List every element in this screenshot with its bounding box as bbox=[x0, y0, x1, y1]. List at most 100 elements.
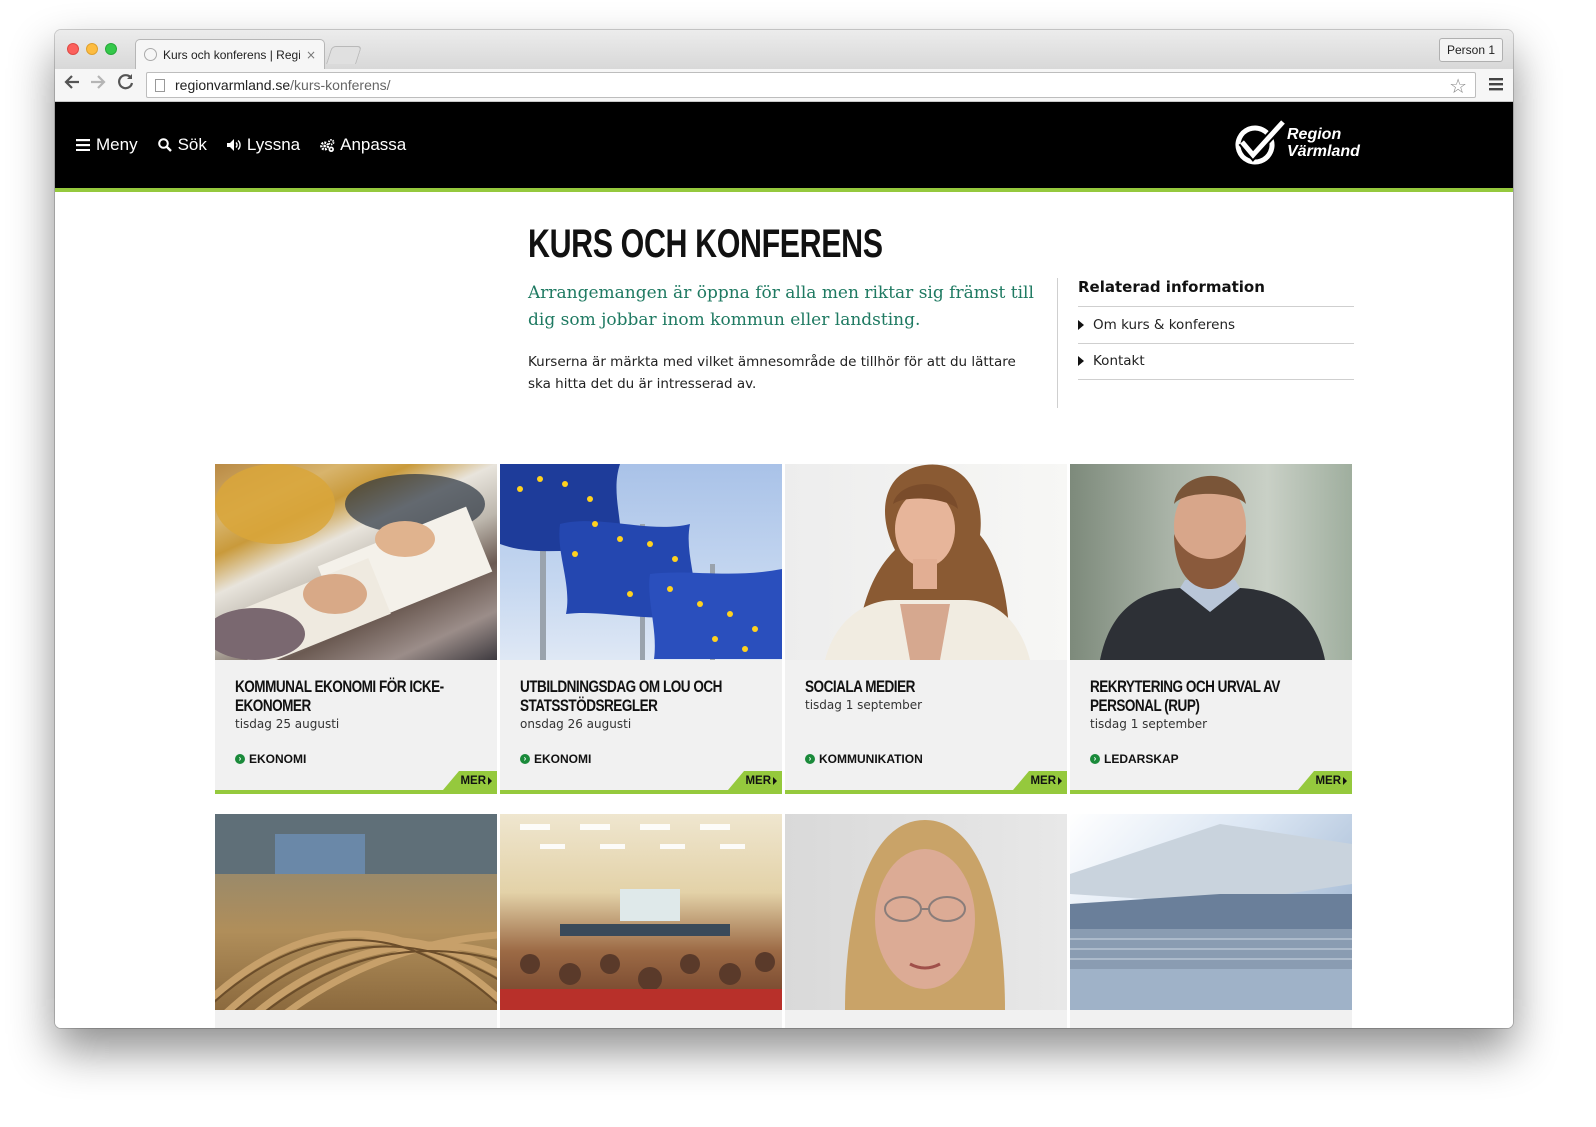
card-category[interactable]: › LEDARSKAP bbox=[1090, 752, 1179, 766]
browser-tab[interactable]: Kurs och konferens | Regio × bbox=[135, 39, 325, 69]
checkmark-logo-icon bbox=[1235, 118, 1285, 165]
address-bar[interactable]: regionvarmland.se/kurs-konferens/ ☆ bbox=[146, 72, 1476, 98]
tab-title: Kurs och konferens | Regio bbox=[163, 47, 300, 62]
card-date: tisdag 1 september bbox=[1090, 717, 1208, 731]
card-title: SOCIALA MEDIER bbox=[805, 678, 915, 696]
card-title: UTBILDNINGSDAG OM LOU OCH STATSSTÖDSREGL… bbox=[520, 678, 722, 715]
photo-parliament-hall bbox=[215, 814, 497, 1010]
intro-text: Kurserna är märkta med vilket ämnesområd… bbox=[528, 354, 1016, 392]
lead-text: Arrangemangen är öppna för alla men rikt… bbox=[528, 283, 1034, 330]
caret-right-icon bbox=[1343, 776, 1347, 785]
card-category[interactable]: › EKONOMI bbox=[520, 752, 591, 766]
related-link-om-kurs[interactable]: Om kurs & konferens bbox=[1078, 307, 1354, 344]
card-body: SOCIALA MEDIER tisdag 1 september › KOMM… bbox=[785, 660, 1067, 790]
nav-listen[interactable]: Lyssna bbox=[226, 135, 300, 155]
card-category-label: EKONOMI bbox=[249, 752, 307, 766]
photo-conference-audience bbox=[500, 814, 782, 1010]
course-card[interactable] bbox=[500, 814, 782, 1028]
course-card[interactable] bbox=[1070, 814, 1352, 1028]
card-category-label: KOMMUNIKATION bbox=[819, 752, 923, 766]
course-card[interactable] bbox=[215, 814, 497, 1028]
card-date: onsdag 26 augusti bbox=[520, 717, 632, 731]
card-category[interactable]: › KOMMUNIKATION bbox=[805, 752, 923, 766]
more-button[interactable]: MER bbox=[1013, 771, 1067, 790]
course-card[interactable]: SOCIALA MEDIER tisdag 1 september › KOMM… bbox=[785, 464, 1067, 794]
course-card[interactable]: REKRYTERING OCH URVAL AV PERSONAL (RUP) … bbox=[1070, 464, 1352, 794]
page-viewport: Meny Sök Lyssna Anpassa Region Värmland … bbox=[55, 102, 1513, 1028]
nav-customize-label: Anpassa bbox=[340, 135, 407, 154]
card-body bbox=[785, 1010, 1067, 1028]
related-heading: Relaterad information bbox=[1078, 278, 1354, 307]
course-card[interactable]: KOMMUNAL EKONOMI FÖR ICKE-EKONOMER tisda… bbox=[215, 464, 497, 794]
nav-customize[interactable]: Anpassa bbox=[319, 135, 406, 155]
nav-menu-label: Meny bbox=[96, 135, 138, 154]
speaker-icon bbox=[226, 138, 242, 152]
site-header: Meny Sök Lyssna Anpassa Region Värmland bbox=[55, 102, 1513, 192]
nav-search-label: Sök bbox=[177, 135, 207, 154]
card-date: tisdag 25 augusti bbox=[235, 717, 340, 731]
circle-arrow-icon: › bbox=[520, 754, 530, 764]
nav-listen-label: Lyssna bbox=[246, 135, 301, 154]
divider bbox=[1057, 278, 1058, 408]
photo-man-portrait bbox=[1070, 464, 1352, 660]
card-date: tisdag 1 september bbox=[805, 698, 923, 712]
nav-search[interactable]: Sök bbox=[157, 135, 207, 155]
circle-arrow-icon: › bbox=[235, 754, 245, 764]
zoom-window-button[interactable] bbox=[105, 43, 117, 55]
search-icon bbox=[157, 138, 173, 152]
arrow-right-icon[interactable] bbox=[87, 73, 109, 97]
card-body: KOMMUNAL EKONOMI FÖR ICKE-EKONOMER tisda… bbox=[215, 660, 497, 790]
related-link-label: Om kurs & konferens bbox=[1093, 316, 1236, 333]
caret-right-icon bbox=[1058, 776, 1062, 785]
card-body: REKRYTERING OCH URVAL AV PERSONAL (RUP) … bbox=[1070, 660, 1352, 790]
hamburger-menu-icon[interactable] bbox=[1489, 75, 1503, 96]
caret-right-icon bbox=[1078, 319, 1084, 330]
reload-icon[interactable] bbox=[115, 73, 137, 97]
card-title: REKRYTERING OCH URVAL AV PERSONAL (RUP) bbox=[1090, 678, 1280, 715]
more-button[interactable]: MER bbox=[443, 771, 497, 790]
region-varmland-logo[interactable]: Region Värmland bbox=[1233, 118, 1360, 168]
more-button[interactable]: MER bbox=[728, 771, 782, 790]
card-body bbox=[1070, 1010, 1352, 1028]
photo-hands-writing bbox=[215, 464, 497, 660]
related-link-kontakt[interactable]: Kontakt bbox=[1078, 344, 1354, 380]
related-info: Relaterad information Om kurs & konferen… bbox=[1078, 278, 1354, 380]
gears-icon bbox=[319, 138, 335, 153]
card-body bbox=[215, 1010, 497, 1028]
nav-menu[interactable]: Meny bbox=[75, 135, 138, 155]
close-window-button[interactable] bbox=[67, 43, 79, 55]
card-body: UTBILDNINGSDAG OM LOU OCH STATSSTÖDSREGL… bbox=[500, 660, 782, 790]
course-card[interactable]: UTBILDNINGSDAG OM LOU OCH STATSSTÖDSREGL… bbox=[500, 464, 782, 794]
photo-woman-glasses-portrait bbox=[785, 814, 1067, 1010]
new-tab-button[interactable] bbox=[326, 46, 362, 64]
main-content: KURS OCH KONFERENS Arrangemangen är öppn… bbox=[55, 192, 1513, 1028]
course-card[interactable] bbox=[785, 814, 1067, 1028]
photo-woman-portrait bbox=[785, 464, 1067, 660]
related-link-label: Kontakt bbox=[1093, 353, 1145, 370]
logo-text: Region Värmland bbox=[1287, 126, 1360, 160]
profile-button[interactable]: Person 1 bbox=[1438, 38, 1503, 62]
caret-right-icon bbox=[488, 776, 492, 785]
url-text: regionvarmland.se/kurs-konferens/ bbox=[175, 77, 391, 93]
site-nav: Meny Sök Lyssna Anpassa bbox=[75, 102, 406, 188]
photo-eu-flags bbox=[500, 464, 782, 660]
caret-right-icon bbox=[1078, 356, 1084, 367]
minimize-window-button[interactable] bbox=[86, 43, 98, 55]
page-icon bbox=[155, 78, 165, 92]
card-category[interactable]: › EKONOMI bbox=[235, 752, 306, 766]
more-button[interactable]: MER bbox=[1298, 771, 1352, 790]
card-title: KOMMUNAL EKONOMI FÖR ICKE-EKONOMER bbox=[235, 678, 444, 715]
card-body bbox=[500, 1010, 782, 1028]
arrow-left-icon[interactable] bbox=[61, 73, 83, 97]
tab-bar: Kurs och konferens | Regio × Person 1 bbox=[55, 30, 1513, 69]
circle-arrow-icon: › bbox=[1090, 754, 1100, 764]
tab-close-icon[interactable]: × bbox=[306, 48, 316, 62]
caret-right-icon bbox=[773, 776, 777, 785]
star-icon[interactable]: ☆ bbox=[1449, 74, 1467, 98]
browser-window: Kurs och konferens | Regio × Person 1 re… bbox=[55, 30, 1513, 1028]
card-category-label: LEDARSKAP bbox=[1104, 752, 1179, 766]
hamburger-icon bbox=[75, 139, 91, 151]
tab-favicon-icon bbox=[144, 48, 157, 61]
photo-laptop-books bbox=[1070, 814, 1352, 1010]
browser-toolbar: regionvarmland.se/kurs-konferens/ ☆ bbox=[55, 69, 1513, 102]
